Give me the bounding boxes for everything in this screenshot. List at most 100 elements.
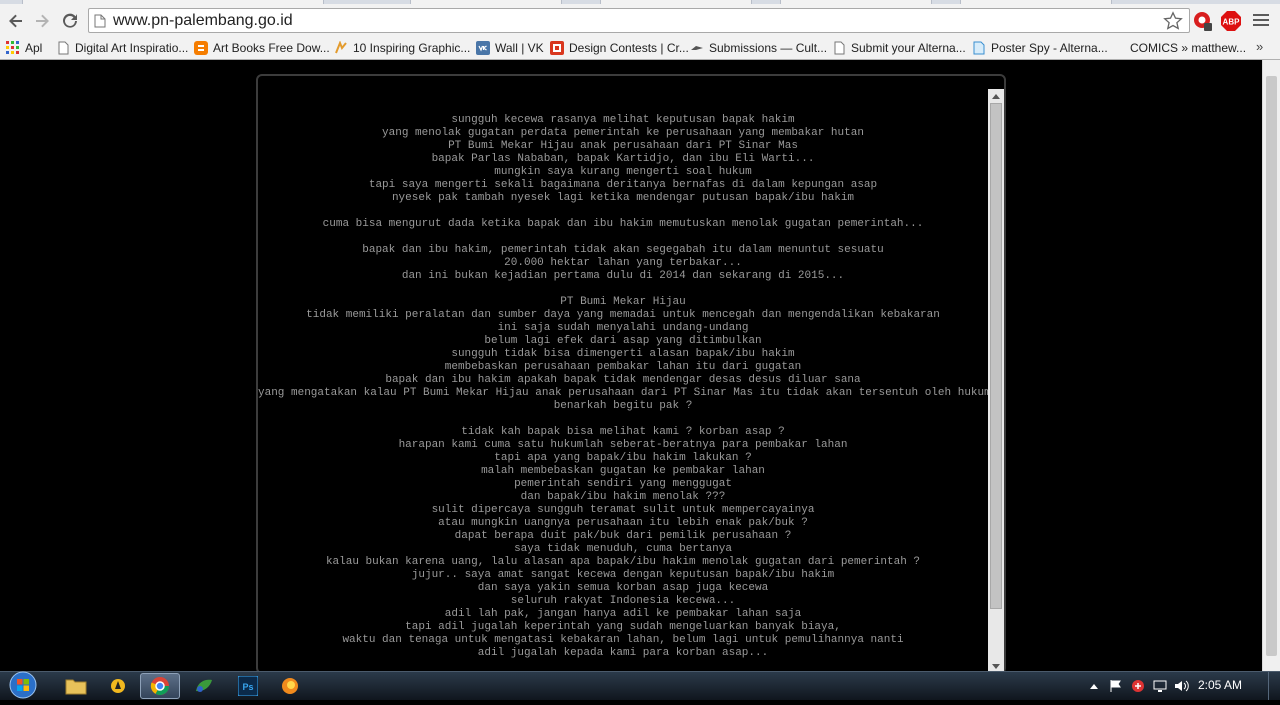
taskbar-app-2[interactable] <box>184 673 224 699</box>
letter-text: sungguh kecewa rasanya melihat keputusan… <box>258 114 1004 660</box>
text-line: sulit dipercaya sungguh teramat sulit un… <box>431 504 815 516</box>
photoshop-icon: Ps <box>238 676 258 696</box>
bookmark-label: Apl <box>25 41 43 55</box>
text-line <box>258 205 988 218</box>
taskbar-firefox[interactable] <box>270 673 310 699</box>
page-icon <box>94 14 106 28</box>
arrow-up-icon <box>992 94 1000 99</box>
bookmark-art-books[interactable]: Art Books Free Dow... <box>194 40 330 56</box>
system-tray <box>1085 672 1195 700</box>
taskbar-app[interactable] <box>98 673 138 699</box>
text-line: tapi adil jugalah keperintah yang sudah … <box>405 621 841 633</box>
text-line: bapak Parlas Nababan, bapak Kartidjo, da… <box>431 153 815 165</box>
text-line: sungguh kecewa rasanya melihat keputusan… <box>451 114 795 126</box>
bookmark-label: Poster Spy - Alterna... <box>991 41 1108 55</box>
start-button[interactable] <box>6 670 40 700</box>
text-line: adil jugalah kepada kami para korban asa… <box>477 647 769 659</box>
bookmark-apps[interactable]: Apl <box>6 40 42 56</box>
text-line: ini saja sudah menyalahi undang-undang <box>497 322 749 334</box>
action-center-flag-icon[interactable] <box>1107 677 1125 695</box>
text-line: mungkin saya kurang mengerti soal hukum <box>494 166 752 178</box>
chrome-icon <box>150 677 169 696</box>
contest-icon <box>550 41 564 55</box>
adblock-plus-icon[interactable]: ABP <box>1220 10 1242 32</box>
bookmark-inspiring-graphic[interactable]: 10 Inspiring Graphic... <box>334 40 470 56</box>
text-line: adil lah pak, jangan hanya adil ke pemba… <box>444 608 802 620</box>
svg-text:Ps: Ps <box>242 682 253 692</box>
taskbar-clock[interactable]: 2:05 AM <box>1198 678 1242 692</box>
bookmark-label: Wall | VK <box>495 41 544 55</box>
folder-icon <box>65 679 87 695</box>
windows-logo-icon <box>9 671 37 699</box>
show-desktop-button[interactable] <box>1268 672 1280 700</box>
extension-red-icon[interactable] <box>1192 10 1214 32</box>
bookmark-label: 10 Inspiring Graphic... <box>353 41 471 55</box>
text-line: pemerintah sendiri yang menggugat <box>514 478 732 490</box>
bookmark-label: Art Books Free Dow... <box>213 41 330 55</box>
address-bar[interactable]: www.pn-palembang.go.id <box>88 8 1190 33</box>
back-button[interactable] <box>4 9 28 33</box>
bookmark-submissions-cult[interactable]: Submissions — Cult... <box>690 40 827 56</box>
bookmark-submit-alternative[interactable]: Submit your Alterna... <box>832 40 966 56</box>
scroll-up-button[interactable] <box>988 89 1004 103</box>
page-scrollbar-thumb[interactable] <box>1266 76 1277 656</box>
letter-text-frame[interactable]: sungguh kecewa rasanya melihat keputusan… <box>256 74 1006 674</box>
svg-text:ABP: ABP <box>1223 18 1241 27</box>
network-icon[interactable] <box>1151 677 1169 695</box>
text-line: tapi saya mengerti sekali bagaimana deri… <box>368 179 878 191</box>
text-line <box>258 283 988 296</box>
text-frame-scrollbar[interactable] <box>988 89 1004 674</box>
text-line: atau mungkin uangnya perusahaan itu lebi… <box>438 517 808 529</box>
text-line: membebaskan perusahaan pembakar lahan it… <box>444 361 802 373</box>
firefox-icon <box>282 678 298 694</box>
text-line <box>258 413 988 426</box>
text-line <box>258 231 988 244</box>
bookmarks-overflow-button[interactable]: » <box>1256 39 1263 54</box>
arrow-down-icon <box>992 664 1000 669</box>
taskbar-explorer[interactable] <box>56 673 96 699</box>
posterspy-icon <box>972 41 986 55</box>
text-line: jujur.. saya amat sangat kecewa dengan k… <box>411 569 835 581</box>
reload-icon <box>63 13 77 28</box>
windows-taskbar: Ps 2:05 AM <box>0 671 1280 700</box>
bookmark-label: COMICS » matthew... <box>1130 41 1247 55</box>
bookmark-label: Submit your Alterna... <box>851 41 966 55</box>
bookmark-digital-art[interactable]: Digital Art Inspiratio... <box>56 40 188 56</box>
bookmark-label: Digital Art Inspiratio... <box>75 41 189 55</box>
browser-menu-button[interactable] <box>1253 12 1269 28</box>
blogger-icon <box>194 41 208 55</box>
text-line: PT Bumi Mekar Hijau anak perusahaan dari… <box>448 140 798 152</box>
taskbar-chrome[interactable] <box>140 673 180 699</box>
url-text[interactable]: www.pn-palembang.go.id <box>113 12 293 30</box>
text-line: waktu dan tenaga untuk mengatasi kebakar… <box>342 634 904 646</box>
security-tray-icon[interactable] <box>1129 677 1147 695</box>
text-line: belum lagi efek dari asap yang ditimbulk… <box>484 335 762 347</box>
apps-grid-icon <box>6 41 20 55</box>
text-line: sungguh tidak bisa dimengerti alasan bap… <box>451 348 795 360</box>
taskbar-photoshop[interactable]: Ps <box>228 673 268 699</box>
text-line: cuma bisa mengurut dada ketika bapak dan… <box>322 218 924 230</box>
bookmark-poster-spy[interactable]: Poster Spy - Alterna... <box>972 40 1108 56</box>
bookmark-comics[interactable]: COMICS » matthew... <box>1130 40 1246 56</box>
reload-button[interactable] <box>58 9 82 33</box>
leaf-app-icon <box>196 679 212 692</box>
text-line: tidak kah bapak bisa melihat kami ? korb… <box>461 426 785 438</box>
cult-icon <box>690 41 704 55</box>
text-line: harapan kami cuma satu hukumlah seberat-… <box>398 439 848 451</box>
bookmark-vk-wall[interactable]: Wall | VK <box>476 40 544 56</box>
tray-expand-icon[interactable] <box>1085 677 1103 695</box>
text-line: seluruh rakyat Indonesia kecewa... <box>510 595 736 607</box>
arrow-right-icon <box>36 14 49 28</box>
app-icon <box>111 679 125 693</box>
text-line: malah membebaskan gugatan ke pembakar la… <box>481 465 765 477</box>
text-line: dapat berapa duit pak/buk dari pemilik p… <box>454 530 792 542</box>
page-scrollbar[interactable] <box>1262 60 1280 671</box>
volume-icon[interactable] <box>1173 677 1191 695</box>
text-line: bapak dan ibu hakim, pemerintah tidak ak… <box>362 244 884 256</box>
bookmark-label: Design Contests | Cr... <box>569 41 689 55</box>
forward-button[interactable] <box>30 9 54 33</box>
text-line: yang mengatakan kalau PT Bumi Mekar Hija… <box>258 387 1004 399</box>
bookmark-design-contests[interactable]: Design Contests | Cr... <box>550 40 689 56</box>
bookmark-star-icon[interactable] <box>1163 11 1183 31</box>
scrollbar-thumb[interactable] <box>990 103 1002 609</box>
